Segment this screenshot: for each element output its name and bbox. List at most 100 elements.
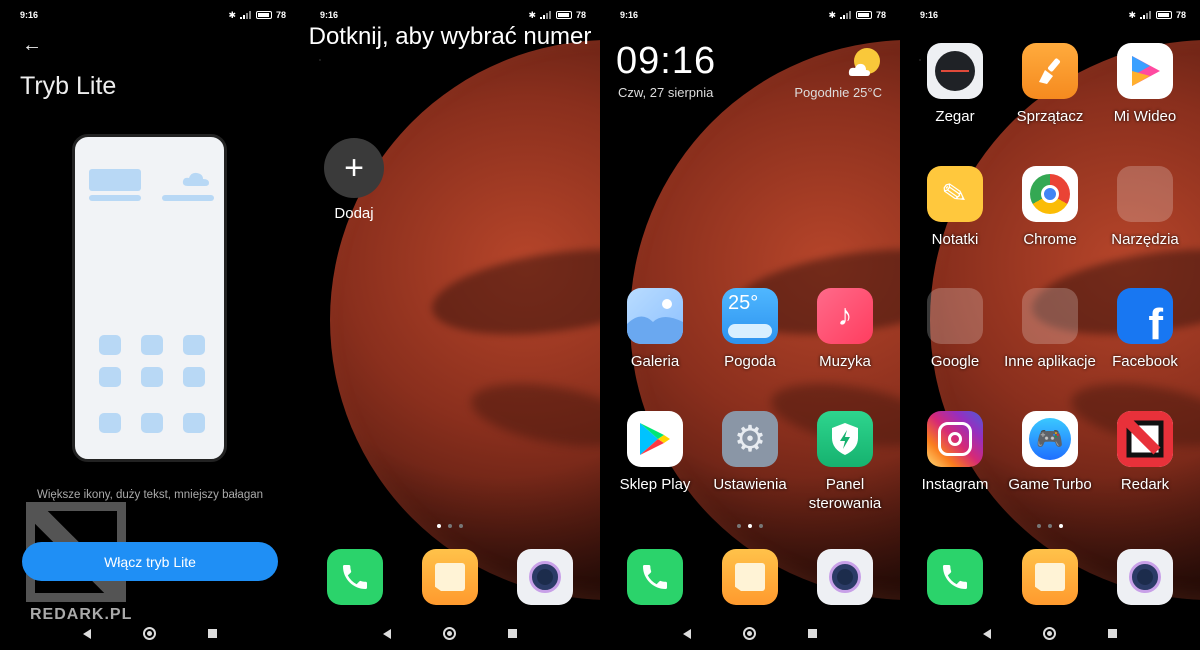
dock-messages[interactable] bbox=[700, 549, 800, 605]
facebook-icon: f bbox=[1117, 288, 1173, 344]
app-notatki[interactable]: ✎ Notatki bbox=[905, 166, 1005, 249]
signal-icon bbox=[839, 11, 852, 19]
app-label: Facebook bbox=[1112, 353, 1178, 370]
app-label: Chrome bbox=[1023, 231, 1077, 248]
dock-messages[interactable] bbox=[400, 549, 500, 605]
nav-back-icon[interactable] bbox=[83, 628, 91, 639]
dock-camera[interactable] bbox=[795, 549, 895, 605]
folder-icon bbox=[927, 288, 983, 344]
lite-mode-screen: 9:16 ✱ 78 ← Tryb Lite Większe ikony, duż… bbox=[0, 0, 300, 650]
app-label: Zegar bbox=[935, 108, 975, 125]
music-icon: ♪ bbox=[817, 288, 873, 344]
notes-pencil-icon: ✎ bbox=[927, 166, 983, 222]
app-label: Sprzątacz bbox=[1016, 108, 1084, 125]
camera-icon bbox=[817, 549, 873, 605]
app-label: Galeria bbox=[630, 353, 680, 370]
battery-icon bbox=[1155, 11, 1172, 19]
nav-back-icon[interactable] bbox=[983, 628, 991, 639]
camera-icon bbox=[517, 549, 573, 605]
phone-icon bbox=[927, 549, 983, 605]
app-facebook[interactable]: f Facebook bbox=[1095, 288, 1195, 371]
nav-recents-icon[interactable] bbox=[808, 629, 817, 638]
nav-home-icon[interactable] bbox=[143, 627, 156, 640]
clock-widget[interactable]: 09:16 bbox=[616, 40, 716, 83]
app-galeria[interactable]: Galeria bbox=[605, 288, 705, 371]
app-redark[interactable]: Redark bbox=[1095, 411, 1195, 494]
dock-phone[interactable] bbox=[305, 549, 405, 605]
folder-narzedzia[interactable]: Narzędzia bbox=[1095, 166, 1195, 249]
app-zegar[interactable]: Zegar bbox=[905, 43, 1005, 126]
signal-icon bbox=[1139, 11, 1152, 19]
app-mi-wideo[interactable]: Mi Wideo bbox=[1095, 43, 1195, 126]
app-sprzatacz[interactable]: Sprzątacz bbox=[1000, 43, 1100, 126]
app-pogoda[interactable]: 25° Pogoda bbox=[700, 288, 800, 371]
app-label: Narzędzia bbox=[1111, 231, 1179, 248]
folder-icon bbox=[1117, 166, 1173, 222]
app-ustawienia[interactable]: ⚙ Ustawienia bbox=[700, 411, 800, 494]
nav-bar bbox=[600, 627, 900, 640]
lite-description: Większe ikony, duży tekst, mniejszy bała… bbox=[36, 489, 264, 501]
play-store-icon bbox=[627, 411, 683, 467]
add-contact-button[interactable]: + bbox=[324, 138, 384, 198]
nav-recents-icon[interactable] bbox=[208, 629, 217, 638]
app-panel-sterowania[interactable]: Panel sterowania bbox=[795, 411, 895, 513]
messages-icon bbox=[422, 549, 478, 605]
status-bar: 9:16 ✱ 78 bbox=[20, 8, 286, 22]
app-instagram[interactable]: Instagram bbox=[905, 411, 1005, 494]
nav-home-icon[interactable] bbox=[443, 627, 456, 640]
app-game-turbo[interactable]: 🎮 Game Turbo bbox=[1000, 411, 1100, 494]
add-label: Dodaj bbox=[334, 205, 374, 222]
nav-bar bbox=[900, 627, 1200, 640]
bluetooth-icon: ✱ bbox=[1128, 9, 1136, 20]
enable-lite-button[interactable]: Włącz tryb Lite bbox=[22, 542, 278, 581]
home-screen-page-1: 9:16 ✱ 78 Dotknij, aby wybrać numer + Do… bbox=[300, 0, 600, 650]
page-indicator bbox=[900, 524, 1200, 528]
battery-icon bbox=[255, 11, 272, 19]
broom-icon bbox=[1022, 43, 1078, 99]
app-muzyka[interactable]: ♪ Muzyka bbox=[795, 288, 895, 371]
battery-percent: 78 bbox=[575, 10, 586, 20]
nav-recents-icon[interactable] bbox=[508, 629, 517, 638]
app-chrome[interactable]: Chrome bbox=[1000, 166, 1100, 249]
home-screen-page-2: 9:16 ✱ 78 09:16 Czw, 27 sierpnia Pogodni… bbox=[600, 0, 900, 650]
clock-icon bbox=[927, 43, 983, 99]
nav-home-icon[interactable] bbox=[743, 627, 756, 640]
status-time: 9:16 bbox=[920, 10, 939, 20]
bluetooth-icon: ✱ bbox=[228, 9, 236, 20]
app-label: Muzyka bbox=[819, 353, 871, 370]
battery-percent: 78 bbox=[275, 10, 286, 20]
quick-dial-title: Dotknij, aby wybrać numer bbox=[308, 23, 592, 50]
status-time: 9:16 bbox=[620, 10, 639, 20]
nav-recents-icon[interactable] bbox=[1108, 629, 1117, 638]
app-label: Sklep Play bbox=[619, 476, 691, 493]
app-sklep-play[interactable]: Sklep Play bbox=[605, 411, 705, 494]
bluetooth-icon: ✱ bbox=[828, 9, 836, 20]
signal-icon bbox=[539, 11, 552, 19]
folder-icon bbox=[1022, 288, 1078, 344]
settings-gear-icon: ⚙ bbox=[722, 411, 778, 467]
weather-label: Pogodnie 25°C bbox=[794, 85, 882, 100]
dock-messages[interactable] bbox=[1000, 549, 1100, 605]
dock-phone[interactable] bbox=[605, 549, 705, 605]
back-arrow-icon[interactable]: ← bbox=[22, 34, 42, 57]
battery-percent: 78 bbox=[875, 10, 886, 20]
dock-camera[interactable] bbox=[495, 549, 595, 605]
page-indicator bbox=[600, 524, 900, 528]
status-time: 9:16 bbox=[20, 10, 39, 20]
nav-back-icon[interactable] bbox=[383, 628, 391, 639]
plus-icon: + bbox=[344, 148, 364, 187]
dock-phone[interactable] bbox=[905, 549, 1005, 605]
folder-google[interactable]: Google bbox=[905, 288, 1005, 371]
camera-icon bbox=[1117, 549, 1173, 605]
battery-percent: 78 bbox=[1175, 10, 1186, 20]
folder-inne-aplikacje[interactable]: Inne aplikacje bbox=[1000, 288, 1100, 371]
signal-icon bbox=[239, 11, 252, 19]
gamepad-icon: 🎮 bbox=[1022, 411, 1078, 467]
app-label: Google bbox=[930, 353, 980, 370]
dock-camera[interactable] bbox=[1095, 549, 1195, 605]
nav-home-icon[interactable] bbox=[1043, 627, 1056, 640]
watermark-text: REDARK.PL bbox=[30, 606, 133, 623]
nav-back-icon[interactable] bbox=[683, 628, 691, 639]
app-label: Ustawienia bbox=[713, 476, 787, 493]
security-shield-icon bbox=[817, 411, 873, 467]
